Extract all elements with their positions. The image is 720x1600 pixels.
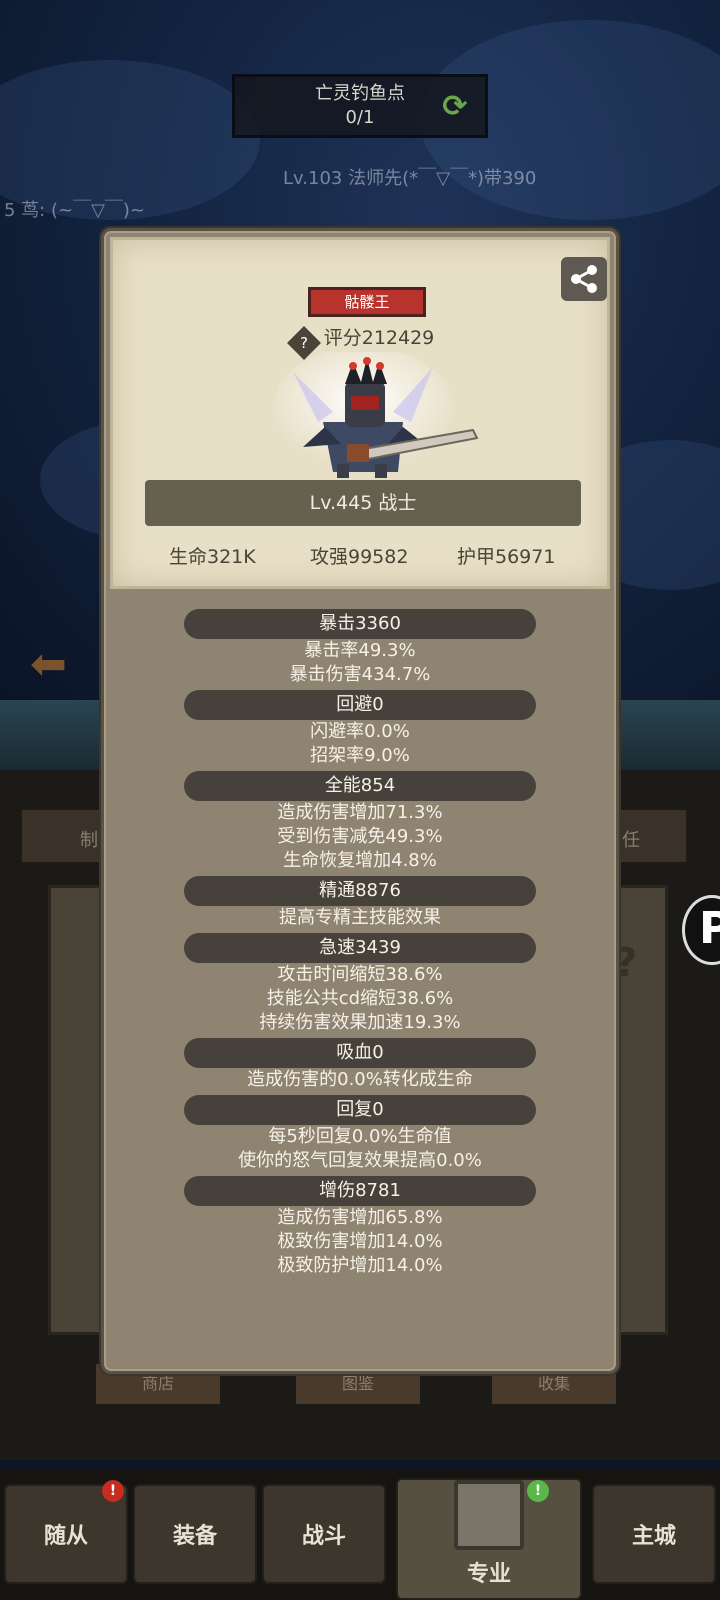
attribute-detail-line: 使你的怒气回复效果提高0.0% bbox=[238, 1150, 482, 1171]
attribute-detail-line: 招架率9.0% bbox=[310, 745, 410, 766]
score-row: ? 评分212429 bbox=[113, 323, 613, 360]
stat-hp: 生命321K bbox=[169, 546, 256, 568]
attribute-list: 暴击3360 暴击率49.3% 暴击伤害434.7% 回避0 闪避率0.0% 招架率9.0… bbox=[104, 609, 616, 1281]
nav-main-city[interactable]: 主城 bbox=[592, 1484, 716, 1584]
attribute-group-header: 精通8876 bbox=[184, 876, 536, 906]
attribute-group-header: 急速3439 bbox=[184, 933, 536, 963]
nav-profession-badge: ! bbox=[527, 1480, 549, 1502]
attribute-detail-line: 生命恢复增加4.8% bbox=[283, 850, 437, 871]
stat-armor: 护甲56971 bbox=[457, 546, 556, 568]
nav-profession-label: 专业 bbox=[466, 1562, 511, 1587]
attribute-group-header: 暴击3360 bbox=[184, 609, 536, 639]
attribute-detail-line: 极致防护增加14.0% bbox=[277, 1255, 443, 1276]
share-icon bbox=[571, 265, 597, 293]
attribute-detail-line: 造成伤害增加71.3% bbox=[277, 802, 443, 823]
share-button[interactable] bbox=[561, 257, 607, 301]
chat-message: 5 茑: (~￣▽￣)~ bbox=[4, 200, 146, 221]
attribute-group-header: 增伤8781 bbox=[184, 1176, 536, 1206]
fishing-spot-name: 亡灵钓鱼点 bbox=[315, 83, 405, 104]
hero-portrait bbox=[273, 352, 479, 478]
nav-followers-badge: ! bbox=[102, 1480, 124, 1502]
arrow-left-icon[interactable]: ⬅ bbox=[30, 640, 90, 690]
stat-attack: 攻强99582 bbox=[310, 546, 409, 568]
character-header: 骷髅王 ? 评分212429 Lv.445 战士 生命321K 攻强99582 … bbox=[110, 237, 610, 589]
nav-battle-label: 战斗 bbox=[301, 1524, 346, 1549]
nav-battle[interactable]: 战斗 bbox=[262, 1484, 386, 1584]
panel-right-label: 任 bbox=[622, 830, 640, 851]
nav-profession[interactable]: 专业 bbox=[396, 1478, 582, 1600]
attribute-detail-line: 技能公共cd缩短38.6% bbox=[266, 988, 454, 1009]
attribute-detail-line: 造成伤害增加65.8% bbox=[277, 1207, 443, 1228]
attribute-detail-line: 暴击率49.3% bbox=[304, 640, 416, 661]
attribute-group-header: 回避0 bbox=[184, 690, 536, 720]
attribute-detail-line: 造成伤害的0.0%转化成生命 bbox=[247, 1069, 473, 1090]
fishing-spot-box[interactable]: 亡灵钓鱼点 0/1 ⟳ bbox=[232, 74, 488, 138]
nav-followers-label: 随从 bbox=[43, 1524, 88, 1549]
base-stats-row: 生命321K 攻强99582 护甲56971 bbox=[113, 542, 613, 572]
nav-main-city-label: 主城 bbox=[631, 1524, 676, 1549]
refresh-icon[interactable]: ⟳ bbox=[439, 91, 471, 123]
overlay-chat-line: Lv.103 法师先(*￣▽￣*)带390 bbox=[283, 168, 537, 189]
panel-left-label: 制 bbox=[80, 830, 98, 851]
fishing-spot-progress: 0/1 bbox=[345, 107, 375, 128]
attribute-group-header: 吸血0 bbox=[184, 1038, 536, 1068]
attribute-group-header: 回复0 bbox=[184, 1095, 536, 1125]
attribute-detail-line: 持续伤害效果加速19.3% bbox=[259, 1012, 461, 1033]
attribute-detail-line: 提高专精主技能效果 bbox=[279, 907, 441, 928]
attribute-detail-line: 暴击伤害434.7% bbox=[289, 664, 431, 685]
character-stats-card: 骷髅王 ? 评分212429 Lv.445 战士 生命321K 攻强99582 … bbox=[101, 228, 619, 1374]
level-class-bar: Lv.445 战士 bbox=[145, 480, 581, 526]
book-icon bbox=[454, 1480, 524, 1550]
attribute-detail-line: 闪避率0.0% bbox=[310, 721, 410, 742]
attribute-detail-line: 每5秒回复0.0%生命值 bbox=[268, 1126, 452, 1147]
attribute-detail-line: 受到伤害减免49.3% bbox=[277, 826, 443, 847]
title-badge: 骷髅王 bbox=[308, 287, 426, 317]
attribute-group-header: 全能854 bbox=[184, 771, 536, 801]
nav-equipment-label: 装备 bbox=[172, 1524, 217, 1549]
nav-equipment[interactable]: 装备 bbox=[133, 1484, 257, 1584]
attribute-detail-line: 极致伤害增加14.0% bbox=[277, 1231, 443, 1252]
score-value: 评分212429 bbox=[323, 327, 435, 349]
help-icon: ? bbox=[614, 940, 638, 986]
attribute-detail-line: 攻击时间缩短38.6% bbox=[277, 964, 443, 985]
